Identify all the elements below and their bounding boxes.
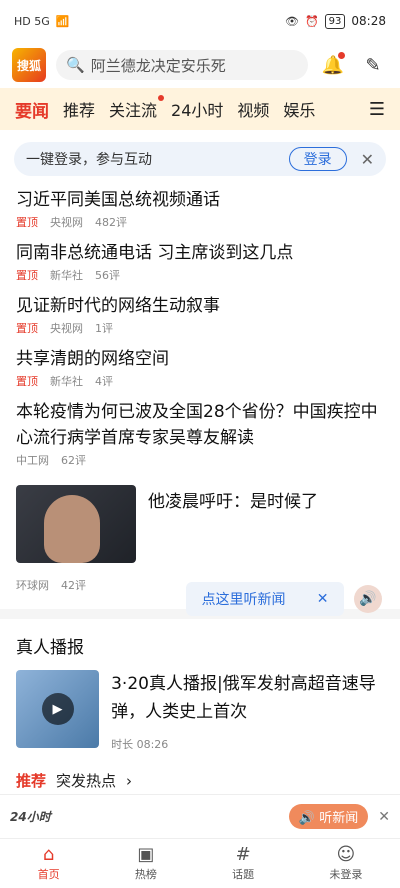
news-comments: 1评 xyxy=(95,322,113,335)
portrait-figure xyxy=(44,495,100,563)
broadcast-duration: 时长 08:26 xyxy=(111,738,169,751)
news-meta: 置顶 新华社 56评 xyxy=(16,267,384,283)
news-item[interactable]: 共享清朗的网络空间 置顶 新华社 4评 xyxy=(16,341,384,394)
user-icon: ☺ xyxy=(336,844,356,865)
search-input[interactable]: 🔍 阿兰德龙决定安乐死 xyxy=(56,50,308,80)
news-title: 本轮疫情为何已波及全国28个省份？中国疾控中心流行病学首席专家吴尊友解读 xyxy=(16,402,378,448)
close-icon[interactable]: ✕ xyxy=(378,809,390,825)
pinned-badge: 置顶 xyxy=(16,322,38,335)
news-comments: 62评 xyxy=(61,454,86,467)
signal-indicator: HD 5G xyxy=(14,14,50,28)
pinned-badge: 置顶 xyxy=(16,269,38,282)
news-title: 共享清朗的网络空间 xyxy=(16,349,169,369)
login-banner: 一键登录，参与互动 登录 ✕ xyxy=(14,142,386,176)
news-source: 央视网 xyxy=(50,322,83,335)
notification-dot xyxy=(338,52,345,59)
notification-bell-icon[interactable]: 🔔 xyxy=(318,50,348,80)
news-item[interactable]: 同南非总统通电话 习主席谈到这几点 置顶 新华社 56评 xyxy=(16,235,384,288)
news-item[interactable]: 本轮疫情为何已波及全国28个省份？中国疾控中心流行病学首席专家吴尊友解读 中工网… xyxy=(16,394,384,473)
listen-news-button[interactable]: 🔊 听新闻 xyxy=(288,804,369,829)
speaker-icon[interactable]: 🔊 xyxy=(354,585,382,613)
edit-pen-icon[interactable]: ✎ xyxy=(358,50,388,80)
section-title: 真人播报 xyxy=(16,638,84,658)
news-meta: 置顶 央视网 482评 xyxy=(16,214,384,230)
bottom-nav: ⌂ 首页 ▣ 热榜 # 话题 ☺ 未登录 xyxy=(0,838,400,888)
play-icon[interactable]: ▶ xyxy=(41,693,74,725)
status-right: 👁 ⏰ 93 08:28 xyxy=(285,13,386,29)
broadcast-item[interactable]: ▶ 3·20真人播报|俄军发射高超音速导弹，人类史上首次 时长 08:26 xyxy=(0,666,400,756)
nav-profile[interactable]: ☺ 未登录 xyxy=(329,845,362,882)
news-comments: 4评 xyxy=(95,375,113,388)
search-icon: 🔍 xyxy=(66,56,85,74)
news-title: 他凌晨呼吁：是时候了 xyxy=(148,492,318,512)
broadcast-title: 3·20真人播报|俄军发射高超音速导弹，人类史上首次 xyxy=(111,674,376,722)
tab-entertainment[interactable]: 娱乐 xyxy=(276,97,322,121)
news-meta: 置顶 新华社 4评 xyxy=(16,373,384,389)
nav-hotlist-label: 热榜 xyxy=(134,868,157,881)
broadcast-text: 3·20真人播报|俄军发射高超音速导弹，人类史上首次 时长 08:26 xyxy=(111,670,384,752)
mini-player-label: 24小时 xyxy=(10,810,51,824)
app-logo[interactable]: 搜狐 xyxy=(12,48,46,82)
nav-hotlist[interactable]: ▣ 热榜 xyxy=(135,845,157,882)
mini-player: 24小时 🔊 听新闻 ✕ xyxy=(0,794,400,838)
listen-news-label: 听新闻 xyxy=(319,811,359,826)
wifi-icon: 📶 xyxy=(55,14,70,28)
battery-indicator: 93 xyxy=(324,13,346,29)
menu-icon[interactable]: ☰ xyxy=(362,88,392,130)
news-meta: 中工网 62评 xyxy=(16,452,384,468)
eye-icon: 👁 xyxy=(285,14,299,28)
news-source: 新华社 xyxy=(50,269,83,282)
nav-home-label: 首页 xyxy=(37,868,60,881)
video-thumbnail: ▶ xyxy=(16,670,100,748)
news-source: 中工网 xyxy=(16,454,49,467)
alarm-icon: ⏰ xyxy=(304,14,319,28)
news-source: 央视网 xyxy=(50,216,83,229)
close-icon[interactable]: ✕ xyxy=(361,150,374,169)
listen-news-prompt[interactable]: 点这里听新闻 ✕ xyxy=(186,582,344,616)
login-button[interactable]: 登录 xyxy=(288,147,347,171)
tab-video[interactable]: 视频 xyxy=(230,97,276,121)
news-item[interactable]: 见证新时代的网络生动叙事 置顶 央视网 1评 xyxy=(16,288,384,341)
nav-home[interactable]: ⌂ 首页 xyxy=(38,845,60,882)
chevron-right-icon: › xyxy=(126,771,133,790)
news-comments: 482评 xyxy=(95,216,127,229)
login-prompt: 一键登录，参与互动 xyxy=(26,152,152,168)
clock: 08:28 xyxy=(351,14,386,28)
nav-profile-label: 未登录 xyxy=(329,868,363,881)
hotlist-icon: ▣ xyxy=(137,844,155,865)
tab-following[interactable]: 关注流 xyxy=(102,95,165,121)
hot-label: 推荐 xyxy=(16,772,47,790)
home-icon: ⌂ xyxy=(42,844,55,865)
news-title: 习近平同美国总统视频通话 xyxy=(16,190,220,210)
tab-following-label: 关注流 xyxy=(109,101,158,120)
news-item[interactable]: 习近平同美国总统视频通话 置顶 央视网 482评 xyxy=(16,182,384,235)
news-title: 同南非总统通电话 习主席谈到这几点 xyxy=(16,243,294,263)
status-bar: HD 5G 📶 👁 ⏰ 93 08:28 xyxy=(0,0,400,42)
news-meta: 置顶 央视网 1评 xyxy=(16,320,384,336)
tab-headlines[interactable]: 要闻 xyxy=(8,97,56,122)
close-icon[interactable]: ✕ xyxy=(317,591,329,607)
hot-topics-row[interactable]: 推荐 突发热点 › xyxy=(0,756,400,791)
pinned-badge: 置顶 xyxy=(16,216,38,229)
hot-text: 突发热点 xyxy=(56,772,117,790)
nav-topics-label: 话题 xyxy=(232,868,255,881)
channel-tabs: 要闻 推荐 关注流 24小时 视频 娱乐 ☰ xyxy=(0,88,400,130)
news-source: 新华社 xyxy=(50,375,83,388)
tab-24h[interactable]: 24小时 xyxy=(164,97,230,121)
news-comments: 42评 xyxy=(61,579,86,592)
news-list: 习近平同美国总统视频通话 置顶 央视网 482评 同南非总统通电话 习主席谈到这… xyxy=(0,182,400,593)
search-placeholder: 阿兰德龙决定安乐死 xyxy=(90,56,226,75)
news-comments: 56评 xyxy=(95,269,120,282)
listen-prompt-text: 点这里听新闻 xyxy=(201,592,286,608)
status-left: HD 5G 📶 xyxy=(14,15,69,28)
hashtag-icon: # xyxy=(235,844,251,865)
tab-recommend[interactable]: 推荐 xyxy=(56,97,102,121)
app-header: 搜狐 🔍 阿兰德龙决定安乐死 🔔 ✎ xyxy=(0,42,400,88)
news-title: 见证新时代的网络生动叙事 xyxy=(16,296,220,316)
image-news-item[interactable]: 他凌晨呼吁：是时候了 xyxy=(16,473,384,563)
pinned-badge: 置顶 xyxy=(16,375,38,388)
nav-topics[interactable]: # 话题 xyxy=(232,845,254,882)
news-source: 环球网 xyxy=(16,579,49,592)
news-thumbnail xyxy=(16,485,136,563)
